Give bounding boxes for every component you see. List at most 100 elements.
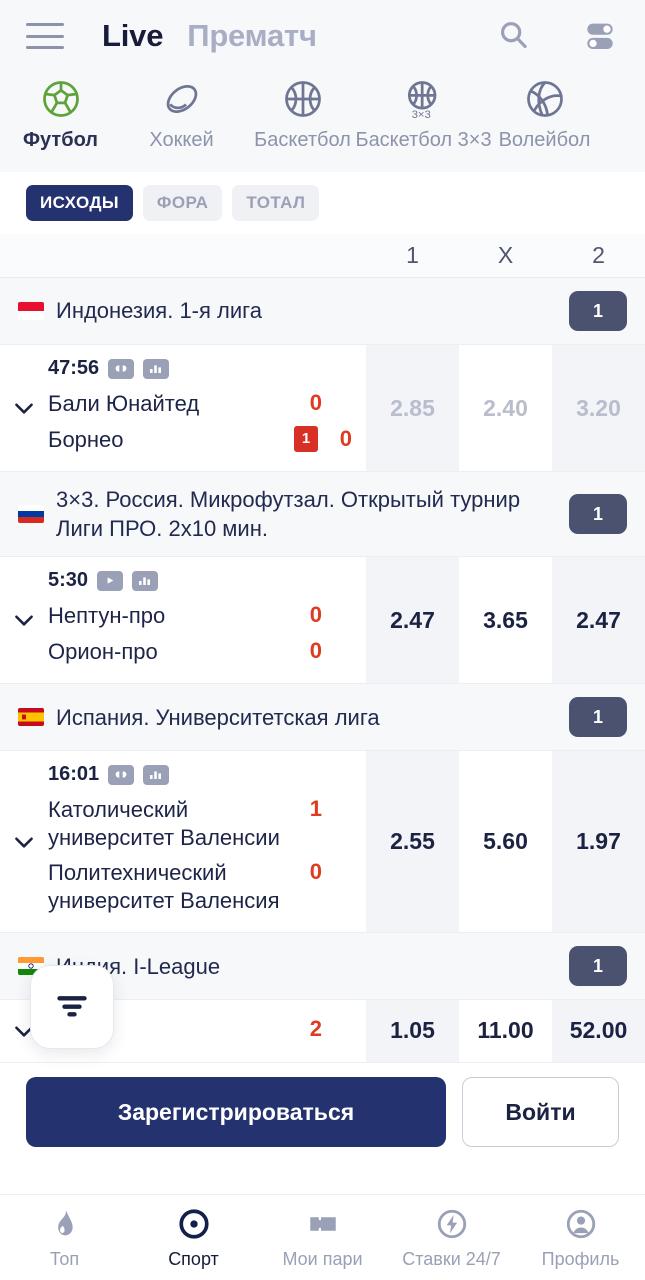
market-tab-handicap[interactable]: ФОРА — [142, 185, 223, 221]
sport-item-volleyball[interactable]: Волейбол — [484, 76, 605, 152]
team-name: Орион-про — [48, 638, 158, 664]
nav-label: Ставки 24/7 — [402, 1249, 501, 1269]
odd-button-1[interactable]: 2.47 — [366, 557, 459, 684]
odd-button-1[interactable]: 2.85 — [366, 345, 459, 471]
odds-column-headers: 1 X 2 — [0, 234, 645, 278]
match-time-row: 16:01 — [48, 763, 366, 792]
team-score: 0 — [309, 390, 322, 415]
league-name: Индия. I-League — [56, 953, 221, 979]
hockey-puck-icon — [160, 76, 204, 122]
sport-label: Волейбол — [498, 129, 591, 151]
odd-button-x[interactable]: 3.65 — [459, 557, 552, 684]
league-match-count: 1 — [569, 291, 627, 331]
column-header-2: 2 — [592, 242, 605, 268]
odd-button-1[interactable]: 2.55 — [366, 751, 459, 933]
target-icon — [177, 1205, 211, 1243]
top-bar: Live Прематч — [0, 0, 645, 72]
league-name: Испания. Университетская лига — [56, 704, 380, 730]
odd-button-x[interactable]: 11.00 — [459, 1000, 552, 1062]
flag-spain-icon — [18, 708, 44, 727]
tab-prematch[interactable]: Прематч — [187, 18, 317, 54]
odd-button-2[interactable]: 2.47 — [552, 557, 645, 684]
team-score: 0 — [309, 637, 322, 663]
login-button[interactable]: Войти — [462, 1077, 619, 1147]
filter-fab-button[interactable] — [30, 965, 114, 1049]
search-icon[interactable] — [495, 17, 533, 55]
team-name: Бали Юнайтед — [48, 391, 200, 416]
column-header-x: X — [497, 242, 514, 268]
league-header[interactable]: 3×3. Россия. Микрофутзал. Открытый турни… — [0, 472, 645, 558]
settings-toggles-icon[interactable] — [581, 17, 619, 55]
nav-item-bets-24-7[interactable]: Ставки 24/7 — [387, 1205, 516, 1270]
market-tabs: ИСХОДЫ ФОРА ТОТАЛ — [0, 172, 645, 234]
team-row: Католический университет Валенсии 1 — [48, 792, 366, 855]
statistics-icon[interactable] — [143, 764, 170, 785]
statistics-icon[interactable] — [132, 570, 159, 591]
bottom-navigation: Топ Спорт Мои пари Ставки 24/7 Профиль — [0, 1194, 645, 1280]
odds-group: 2.55 5.60 1.97 — [366, 751, 645, 933]
live-betting-screen: Live Прематч Футбол Хоккей Баскетбол 3×3… — [0, 0, 645, 1280]
league-header[interactable]: Испания. Университетская лига 1 — [0, 684, 645, 752]
register-button[interactable]: Зарегистрироваться — [26, 1077, 446, 1147]
match-time: 16:01 — [48, 763, 100, 786]
odd-button-2[interactable]: 3.20 — [552, 345, 645, 471]
match-info: 5:30 Нептун-про 0 Орион-про 0 — [48, 557, 366, 684]
sport-item-basketball-3x3[interactable]: 3×3 Баскетбол 3×3 — [355, 76, 492, 152]
sport-category-strip[interactable]: Футбол Хоккей Баскетбол 3×3 Баскетбол 3×… — [0, 72, 645, 172]
sport-item-basketball[interactable]: Баскетбол — [242, 76, 363, 152]
nav-label: Топ — [49, 1249, 80, 1269]
sport-label: Баскетбол 3×3 — [355, 129, 492, 151]
flame-icon — [48, 1205, 82, 1243]
odd-button-1[interactable]: 1.05 — [366, 1000, 459, 1062]
market-tab-total[interactable]: ТОТАЛ — [232, 185, 320, 221]
nav-item-my-bets[interactable]: Мои пари — [258, 1205, 387, 1270]
sport-label: Футбол — [22, 129, 98, 151]
match-time: 47:56 — [48, 357, 100, 379]
pitch-icon[interactable] — [108, 764, 135, 785]
expand-chevron-icon[interactable] — [0, 345, 48, 471]
league-header[interactable]: Индонезия. 1-я лига 1 — [0, 278, 645, 345]
person-icon — [564, 1205, 598, 1243]
odd-button-x[interactable]: 2.40 — [459, 345, 552, 471]
league-match-count: 1 — [569, 494, 627, 535]
match-row[interactable]: 5:30 Нептун-про 0 Орион-про 0 2.47 3.65 … — [0, 557, 645, 685]
tab-live[interactable]: Live — [102, 18, 163, 54]
nav-item-top[interactable]: Топ — [0, 1205, 129, 1270]
basketball-3x3-icon: 3×3 — [402, 76, 446, 122]
soccer-ball-icon — [39, 76, 83, 122]
hamburger-menu-icon[interactable] — [26, 23, 64, 49]
match-row[interactable]: 47:56 Бали Юнайтед 0 Борнео 1 0 2.85 2.4… — [0, 345, 645, 472]
nav-item-sport[interactable]: Спорт — [129, 1205, 258, 1270]
match-info: 16:01 Католический университет Валенсии … — [48, 751, 366, 933]
team-name: Политехнический университет Валенсия — [48, 860, 280, 913]
team-row: Бали Юнайтед 0 — [48, 386, 366, 422]
svg-text:3×3: 3×3 — [411, 109, 430, 121]
sport-item-hockey[interactable]: Хоккей — [121, 76, 242, 152]
team-name: Католический университет Валенсии — [48, 797, 280, 850]
league-match-count: 1 — [569, 946, 627, 987]
team-score: 1 — [309, 796, 322, 822]
sport-item-football[interactable]: Футбол — [0, 76, 121, 152]
expand-chevron-icon[interactable] — [0, 557, 48, 683]
league-name: 3×3. Россия. Микрофутзал. Открытый турни… — [56, 487, 521, 542]
ticket-icon — [306, 1205, 340, 1243]
odd-button-2[interactable]: 52.00 — [552, 1000, 645, 1062]
nav-item-profile[interactable]: Профиль — [516, 1205, 645, 1270]
sport-label: Хоккей — [149, 129, 214, 151]
odd-button-2[interactable]: 1.97 — [552, 751, 645, 933]
top-bar-actions — [495, 17, 619, 55]
nav-label: Спорт — [168, 1249, 219, 1269]
market-tab-outcomes[interactable]: ИСХОДЫ — [26, 185, 133, 221]
volleyball-icon — [523, 76, 567, 122]
pitch-icon[interactable] — [108, 358, 135, 379]
odd-button-x[interactable]: 5.60 — [459, 751, 552, 933]
expand-chevron-icon[interactable] — [0, 751, 48, 932]
video-play-icon[interactable] — [97, 570, 124, 591]
team-row: Борнео 1 0 — [48, 422, 366, 458]
team-name: Нептун-про — [48, 603, 166, 629]
match-time-row: 47:56 — [48, 357, 366, 386]
mode-switch: Live Прематч — [102, 18, 317, 54]
basketball-icon — [281, 76, 325, 122]
statistics-icon[interactable] — [143, 358, 170, 379]
match-row[interactable]: 16:01 Католический университет Валенсии … — [0, 751, 645, 934]
